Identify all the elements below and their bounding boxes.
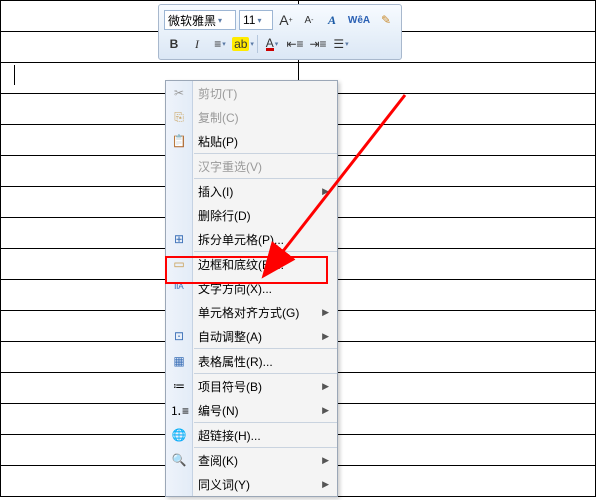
menu-lookup[interactable]: 🔍 查阅(K) ▶	[166, 448, 337, 472]
table-prop-icon: ▦	[170, 354, 188, 368]
hyperlink-icon: 🌐	[170, 428, 188, 442]
context-menu: ✂ 剪切(T) ⎘ 复制(C) 📋 粘贴(P) 汉字重选(V) 插入(I) ▶ …	[165, 80, 338, 497]
menu-insert[interactable]: 插入(I) ▶	[166, 179, 337, 203]
bold-button[interactable]: B	[164, 34, 184, 54]
submenu-arrow-icon: ▶	[322, 307, 329, 318]
menu-label: 复制(C)	[198, 109, 239, 126]
menu-label: 剪切(T)	[198, 85, 237, 102]
numbering-icon: ⒈≡	[170, 402, 188, 419]
list-button[interactable]: ☰	[331, 34, 351, 54]
menu-label: 粘贴(P)	[198, 133, 238, 150]
menu-label: 边框和底纹(B)...	[198, 256, 284, 273]
menu-label: 汉字重选(V)	[198, 158, 262, 175]
copy-icon: ⎘	[170, 110, 188, 125]
separator	[257, 35, 258, 53]
paste-icon: 📋	[170, 134, 188, 148]
highlight-button[interactable]: ab	[233, 34, 253, 54]
mini-toolbar: 微软雅黑 ▾ 11 ▾ A+ A- A WêA ✎ B I ≡ ab A ⇤≡ …	[158, 4, 402, 60]
menu-label: 删除行(D)	[198, 207, 251, 224]
bullets-icon: ≔	[170, 379, 188, 393]
menu-numbering[interactable]: ⒈≡ 编号(N) ▶	[166, 398, 337, 422]
autofit-icon: ⊡	[170, 329, 188, 343]
grow-font-button[interactable]: A+	[276, 10, 296, 30]
shrink-font-button[interactable]: A-	[299, 10, 319, 30]
wordart-button[interactable]: WêA	[345, 10, 373, 30]
menu-split-cell[interactable]: ⊞ 拆分单元格(P)...	[166, 227, 337, 251]
menu-label: 表格属性(R)...	[198, 353, 273, 370]
font-family-select[interactable]: 微软雅黑 ▾	[164, 10, 236, 30]
font-size-value: 11	[243, 13, 255, 27]
indent-dec-icon: ⇤≡	[286, 37, 303, 51]
menu-border-shading[interactable]: ▭ 边框和底纹(B)...	[166, 252, 337, 276]
submenu-arrow-icon: ▶	[322, 405, 329, 416]
menu-paste[interactable]: 📋 粘贴(P)	[166, 129, 337, 153]
menu-table-properties[interactable]: ▦ 表格属性(R)...	[166, 349, 337, 373]
menu-hyperlink[interactable]: 🌐 超链接(H)...	[166, 423, 337, 447]
menu-bullets[interactable]: ≔ 项目符号(B) ▶	[166, 374, 337, 398]
submenu-arrow-icon: ▶	[322, 479, 329, 490]
menu-cut: ✂ 剪切(T)	[166, 81, 337, 105]
font-family-value: 微软雅黑	[168, 12, 216, 29]
menu-copy: ⎘ 复制(C)	[166, 105, 337, 129]
menu-label: 单元格对齐方式(G)	[198, 304, 299, 321]
menu-label: 文字方向(X)...	[198, 280, 272, 297]
text-direction-icon: ᴵᴵᴬ	[170, 281, 188, 295]
menu-label: 查阅(K)	[198, 452, 238, 469]
text-cursor	[14, 65, 15, 85]
menu-label: 插入(I)	[198, 183, 233, 200]
submenu-arrow-icon: ▶	[322, 186, 329, 197]
menu-label: 项目符号(B)	[198, 378, 262, 395]
submenu-arrow-icon: ▶	[322, 381, 329, 392]
menu-label: 超链接(H)...	[198, 427, 261, 444]
border-icon: ▭	[170, 257, 188, 271]
menu-autofit[interactable]: ⊡ 自动调整(A) ▶	[166, 324, 337, 348]
menu-cell-align[interactable]: 单元格对齐方式(G) ▶	[166, 300, 337, 324]
lookup-icon: 🔍	[170, 453, 188, 467]
menu-hanzi: 汉字重选(V)	[166, 154, 337, 178]
menu-synonym[interactable]: 同义词(Y) ▶	[166, 472, 337, 496]
indent-inc-icon: ⇥≡	[309, 37, 326, 51]
submenu-arrow-icon: ▶	[322, 455, 329, 466]
format-painter-button[interactable]: ✎	[376, 10, 396, 30]
indent-decrease-button[interactable]: ⇤≡	[285, 34, 305, 54]
font-style-button[interactable]: A	[322, 10, 342, 30]
menu-delete-row[interactable]: 删除行(D)	[166, 203, 337, 227]
cut-icon: ✂	[170, 86, 188, 100]
chevron-down-icon: ▾	[218, 16, 222, 25]
indent-increase-button[interactable]: ⇥≡	[308, 34, 328, 54]
menu-label: 同义词(Y)	[198, 476, 250, 493]
italic-button[interactable]: I	[187, 34, 207, 54]
menu-label: 拆分单元格(P)...	[198, 231, 284, 248]
menu-label: 自动调整(A)	[198, 328, 262, 345]
font-color-button[interactable]: A	[262, 34, 282, 54]
submenu-arrow-icon: ▶	[322, 331, 329, 342]
menu-label: 编号(N)	[198, 402, 239, 419]
align-button[interactable]: ≡	[210, 34, 230, 54]
chevron-down-icon: ▾	[257, 16, 261, 25]
menu-text-direction[interactable]: ᴵᴵᴬ 文字方向(X)...	[166, 276, 337, 300]
list-icon: ☰	[333, 37, 344, 51]
split-cell-icon: ⊞	[170, 232, 188, 246]
font-size-select[interactable]: 11 ▾	[239, 10, 273, 30]
